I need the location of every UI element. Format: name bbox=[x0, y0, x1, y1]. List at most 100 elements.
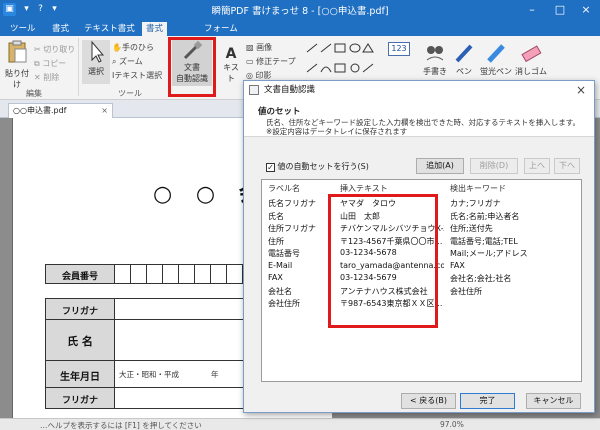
stamp-icon: ◎ bbox=[246, 71, 253, 80]
tab-form[interactable]: フォーム bbox=[200, 22, 242, 36]
highlighter-icon bbox=[487, 44, 505, 63]
zoom-tool-button[interactable]: ⌕ ズーム bbox=[112, 56, 143, 67]
title-bar: ▣ ▾ ? ▾ 瞬簡PDF 書けまっせ 8 - [○○申込書.pdf] – □ … bbox=[0, 0, 600, 20]
member-number-label-cell: 会員番号 bbox=[45, 264, 115, 284]
column-header-label[interactable]: ラベル名 bbox=[268, 183, 300, 194]
correction-tape-button[interactable]: ▭ 修正テープ bbox=[246, 56, 296, 67]
row-label[interactable]: 会社名 bbox=[268, 286, 292, 297]
row-keyword[interactable]: 電話番号;電話;TEL bbox=[450, 236, 518, 247]
furigana-label-cell: フリガナ bbox=[45, 298, 115, 320]
row-keyword[interactable]: 会社名;会社;社名 bbox=[450, 273, 511, 284]
close-window-button[interactable]: × bbox=[572, 2, 600, 18]
pen-label: ペン bbox=[456, 67, 472, 76]
hand-tool-button[interactable]: ✋手のひら bbox=[112, 42, 154, 53]
member-number-box[interactable] bbox=[210, 264, 227, 284]
name-label: 氏 名 bbox=[67, 335, 93, 348]
delete-row-button[interactable]: 削除(D) bbox=[470, 158, 518, 174]
image-button[interactable]: ▨ 画像 bbox=[246, 42, 272, 53]
text-label: キスト bbox=[223, 63, 239, 83]
add-button[interactable]: 追加(A) bbox=[416, 158, 464, 174]
move-down-button[interactable]: 下へ bbox=[554, 158, 580, 174]
delete-button[interactable]: ✕ 削除 bbox=[34, 72, 59, 83]
finish-button[interactable]: 完了 bbox=[460, 393, 515, 409]
member-number-box[interactable] bbox=[114, 264, 131, 284]
numbering-button[interactable]: 123 bbox=[388, 42, 410, 56]
row-keyword[interactable]: 住所;送付先 bbox=[450, 223, 493, 234]
highlight-box-insert-text bbox=[328, 194, 438, 328]
eraser-label: 消しゴム bbox=[515, 67, 547, 76]
close-tab-icon[interactable]: × bbox=[101, 104, 108, 118]
move-up-button[interactable]: 上へ bbox=[524, 158, 550, 174]
row-keyword[interactable]: 氏名;名前;申込者名 bbox=[450, 211, 519, 222]
row-keyword[interactable]: FAX bbox=[450, 261, 465, 270]
doc-auto-recognize-dialog: 文書自動認識 × 値のセット 氏名、住所などキーワード設定した入力欄を検出できた… bbox=[243, 80, 595, 413]
row-label[interactable]: FAX bbox=[268, 273, 283, 282]
column-header-insert-text[interactable]: 挿入テキスト bbox=[340, 183, 388, 194]
document-tab[interactable]: ○○申込書.pdf × bbox=[8, 103, 113, 118]
text-a-icon: A bbox=[225, 46, 237, 62]
year-label: 年 bbox=[211, 370, 219, 379]
hand-icon: ✋ bbox=[112, 43, 122, 52]
furigana-label: フリガナ bbox=[61, 307, 98, 317]
member-number-label: 会員番号 bbox=[61, 272, 98, 282]
dialog-close-button[interactable]: × bbox=[572, 81, 590, 99]
member-number-box[interactable] bbox=[130, 264, 147, 284]
address-furigana-label-cell: フリガナ bbox=[45, 387, 115, 409]
pen-button[interactable]: ペン bbox=[452, 42, 476, 77]
row-keyword[interactable]: カナ;フリガナ bbox=[450, 198, 501, 209]
birthdate-label-cell: 生年月日 bbox=[45, 360, 115, 388]
member-number-box[interactable] bbox=[146, 264, 163, 284]
cancel-button[interactable]: キャンセル bbox=[526, 393, 581, 409]
tab-format-active[interactable]: 書式 bbox=[142, 22, 168, 36]
tab-tools[interactable]: ツール bbox=[6, 22, 40, 36]
status-bar: …ヘルプを表示するには [F1] を押してください 97.0% bbox=[0, 418, 600, 430]
row-label[interactable]: E-Mail bbox=[268, 261, 292, 270]
auto-set-checkbox-row[interactable]: ✓ 値の自動セットを行う(S) bbox=[266, 161, 369, 172]
zoom-level: 97.0% bbox=[440, 420, 464, 429]
tab-text-format[interactable]: テキスト書式 bbox=[80, 22, 139, 36]
paste-button[interactable]: 貼り付け bbox=[2, 40, 32, 90]
select-tool-button[interactable]: 選択 bbox=[82, 40, 110, 84]
text-button[interactable]: A キスト bbox=[220, 46, 242, 84]
cut-button[interactable]: ✂ 切り取り bbox=[34, 44, 75, 55]
select-label: 選択 bbox=[88, 67, 104, 76]
text-select-button[interactable]: Iテキスト選択 bbox=[112, 70, 162, 81]
member-number-box[interactable] bbox=[194, 264, 211, 284]
member-number-box[interactable] bbox=[162, 264, 179, 284]
row-label[interactable]: 住所フリガナ bbox=[268, 223, 316, 234]
birthdate-label: 生年月日 bbox=[60, 372, 100, 383]
ribbon-separator bbox=[78, 38, 79, 96]
row-label[interactable]: 氏名フリガナ bbox=[268, 198, 316, 209]
row-label[interactable]: 会社住所 bbox=[268, 298, 300, 309]
handwriting-button[interactable]: 手書き bbox=[420, 42, 450, 77]
row-label[interactable]: 電話番号 bbox=[268, 248, 300, 259]
handwriting-label: 手書き bbox=[423, 67, 447, 76]
paste-label: 貼り付け bbox=[5, 69, 29, 89]
status-text: …ヘルプを表示するには [F1] を押してください bbox=[40, 421, 202, 430]
scissors-icon: ✂ bbox=[34, 45, 41, 54]
row-label[interactable]: 氏名 bbox=[268, 211, 284, 222]
member-number-box[interactable] bbox=[226, 264, 243, 284]
tape-icon: ▭ bbox=[246, 57, 254, 66]
highlight-box-ribbon bbox=[168, 37, 216, 97]
row-keyword[interactable]: 会社住所 bbox=[450, 286, 482, 297]
shapes-gallery[interactable] bbox=[305, 42, 385, 78]
maximize-button[interactable]: □ bbox=[546, 2, 574, 18]
group-label-tools: ツール bbox=[118, 89, 142, 98]
row-label[interactable]: 住所 bbox=[268, 236, 284, 247]
highlighter-button[interactable]: 蛍光ペン bbox=[478, 42, 514, 77]
era-options: 大正・昭和・平成 bbox=[119, 370, 179, 379]
document-tab-label: ○○申込書.pdf bbox=[13, 106, 67, 115]
dialog-app-icon bbox=[249, 85, 259, 95]
member-number-box[interactable] bbox=[178, 264, 195, 284]
copy-button[interactable]: ⧉ コピー bbox=[34, 58, 66, 69]
back-button[interactable]: < 戻る(B) bbox=[401, 393, 456, 409]
tab-format[interactable]: 書式 bbox=[48, 22, 73, 36]
auto-set-checkbox[interactable]: ✓ bbox=[266, 163, 275, 172]
pen-icon bbox=[455, 44, 473, 63]
eraser-button[interactable]: 消しゴム bbox=[514, 42, 548, 77]
row-keyword[interactable]: Mail;メール;アドレス bbox=[450, 248, 528, 259]
copy-icon: ⧉ bbox=[34, 59, 40, 68]
column-header-keyword[interactable]: 検出キーワード bbox=[450, 183, 506, 194]
minimize-button[interactable]: – bbox=[518, 2, 546, 18]
